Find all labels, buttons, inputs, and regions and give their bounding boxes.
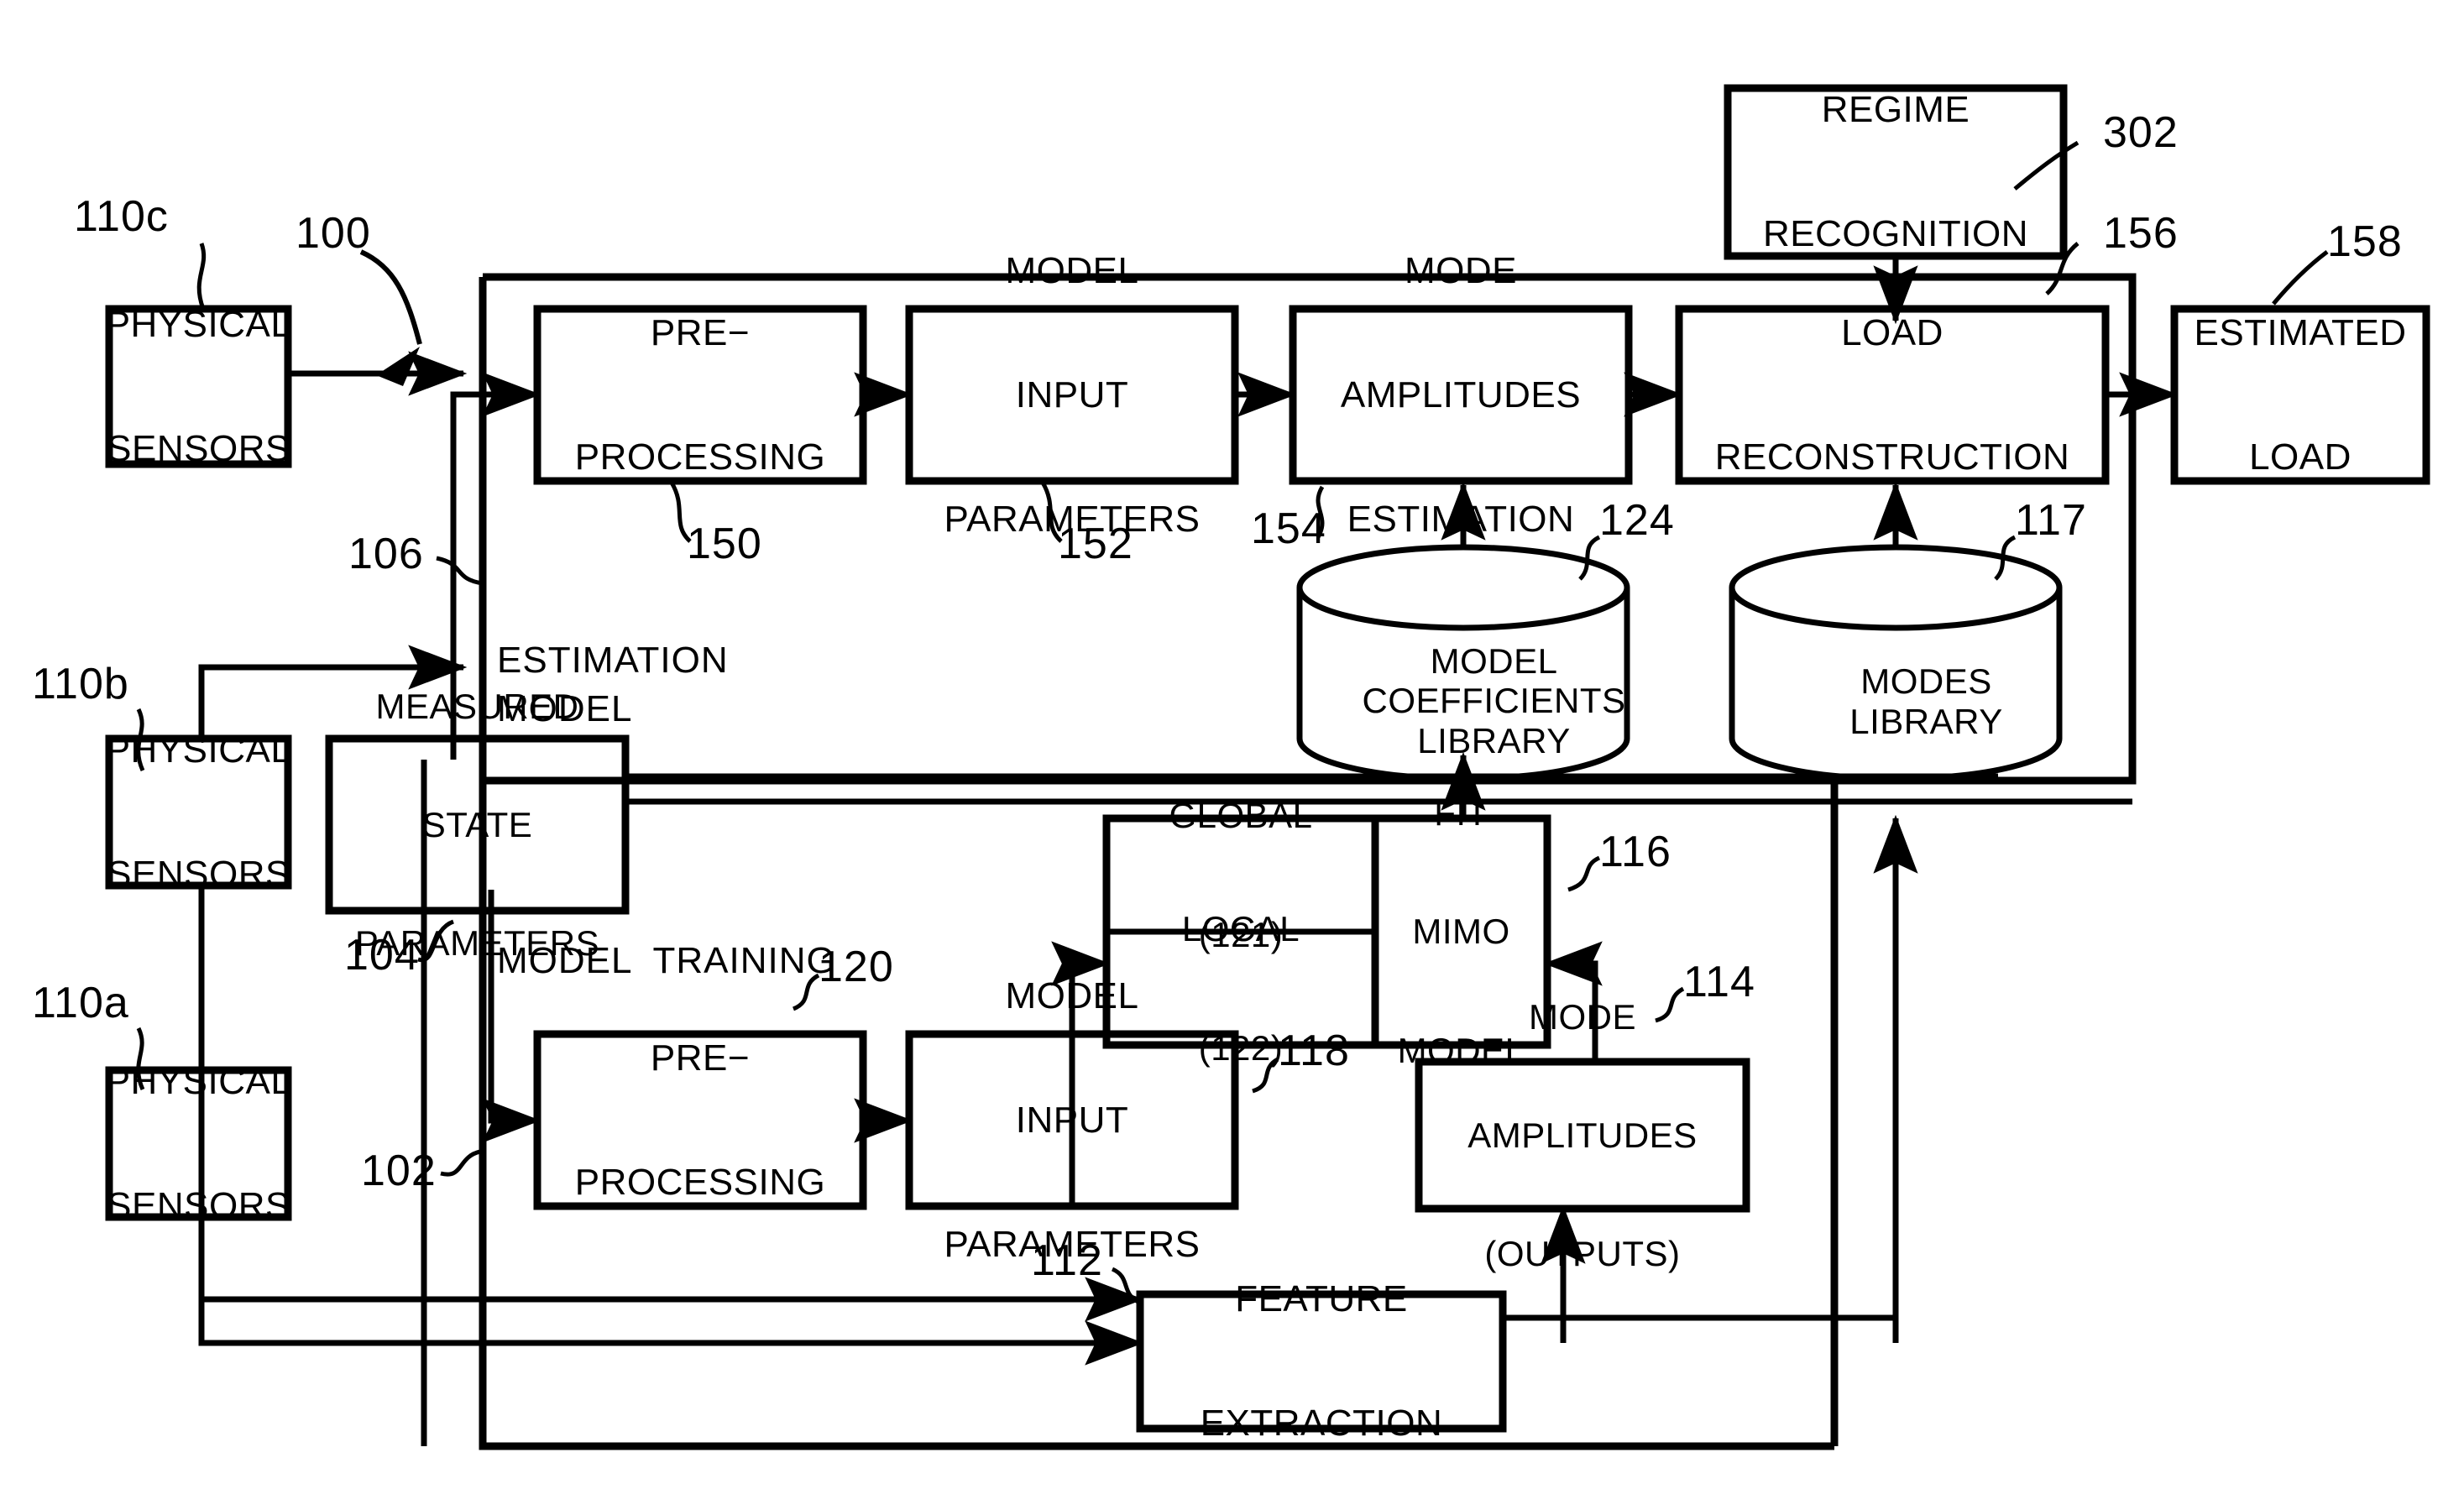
block-modes-library-line2: LIBRARY (1849, 701, 2003, 741)
block-estimated-load-line1: ESTIMATED (2194, 311, 2407, 353)
block-mode-amplitudes-outputs: MODE AMPLITUDES (OUTPUTS) (1419, 997, 1746, 1273)
block-model-input-parameters-training-line1: MODEL (1005, 975, 1139, 1017)
block-physical-sensors-c-line2: SENSORS (107, 427, 290, 469)
block-modes-library-line1: MODES (1860, 661, 1992, 702)
block-mode-amplitudes-estimation-line3: ESTIMATION (1347, 498, 1575, 540)
block-load-reconstruction-line2: RECONSTRUCTION (1714, 436, 2070, 478)
ref-152: 152 (1058, 520, 1133, 568)
block-modes-library: MODES LIBRARY (1732, 628, 2059, 775)
block-feature-extraction-line1: FEATURE (1235, 1278, 1408, 1320)
ref-117: 117 (2015, 496, 2087, 545)
block-feature-extraction-line2: EXTRACTION (1200, 1403, 1443, 1445)
block-model-input-parameters-estimation-line1: MODEL (1005, 250, 1139, 292)
block-mode-amplitudes-outputs-line2: AMPLITUDES (1467, 1115, 1698, 1155)
block-physical-sensors-a-line2: SENSORS (107, 1184, 290, 1226)
section-label-estimation-model-line2: MODEL (497, 688, 633, 729)
block-load-reconstruction: LOAD RECONSTRUCTION (1679, 309, 2106, 481)
ref-120: 120 (819, 943, 894, 991)
block-pre-processing-estimation-line2: PROCESSING (574, 436, 826, 478)
ref-110a: 110a (32, 979, 129, 1027)
block-model-input-parameters-training-line2: INPUT (1015, 1099, 1129, 1141)
block-fit-mimo-model-line1: FIT (1434, 793, 1488, 833)
ref-154: 154 (1251, 504, 1326, 553)
block-physical-sensors-c: PHYSICAL SENSORS (106, 304, 291, 469)
block-regime-recognition-line1: REGIME (1821, 89, 1970, 131)
ref-110b: 110b (32, 660, 129, 708)
block-model-coefficients-library-line1: MODEL (1430, 641, 1558, 682)
block-measured-state-parameters-line2: STATE (421, 804, 533, 844)
ref-118: 118 (1278, 1027, 1350, 1075)
ref-124: 124 (1599, 496, 1675, 545)
block-mode-amplitudes-outputs-line3: (OUTPUTS) (1484, 1234, 1681, 1274)
ref-156: 156 (2103, 209, 2179, 258)
ref-112: 112 (1031, 1236, 1103, 1285)
ref-158: 158 (2327, 217, 2403, 266)
ref-104: 104 (344, 931, 420, 980)
block-physical-sensors-a: PHYSICAL SENSORS (106, 1061, 291, 1226)
block-pre-processing-training-line2: PROCESSING (574, 1161, 826, 1203)
ref-102: 102 (361, 1147, 437, 1195)
ref-114: 114 (1683, 958, 1755, 1006)
ref-302: 302 (2103, 108, 2179, 157)
block-pre-processing-estimation-line1: PRE− (650, 311, 751, 353)
block-pre-processing-training: PRE− PROCESSING (537, 1034, 863, 1206)
block-pre-processing-estimation: PRE− PROCESSING (537, 309, 863, 481)
block-model-input-parameters-estimation-line2: INPUT (1015, 374, 1129, 415)
block-measured-state-parameters: MEASURED STATE PARAMETERS (329, 687, 625, 963)
patent-figure: PHYSICAL SENSORS 110c PHYSICAL SENSORS 1… (0, 0, 2464, 1489)
block-model-input-parameters-estimation: MODEL INPUT PARAMETERS (909, 250, 1235, 540)
block-physical-sensors-b: PHYSICAL SENSORS (106, 729, 291, 895)
block-physical-sensors-b-line2: SENSORS (107, 853, 290, 895)
block-feature-extraction: FEATURE EXTRACTION (1140, 1278, 1503, 1444)
block-physical-sensors-b-line1: PHYSICAL (105, 729, 292, 771)
block-physical-sensors-a-line1: PHYSICAL (105, 1060, 292, 1102)
block-mode-amplitudes-estimation-line2: AMPLITUDES (1340, 374, 1582, 415)
ref-110c: 110c (74, 192, 169, 241)
ref-100-system: 100 (296, 209, 371, 258)
block-load-reconstruction-line1: LOAD (1841, 311, 1943, 353)
block-estimated-load-line2: LOAD (2249, 436, 2352, 478)
block-mode-amplitudes-estimation: MODE AMPLITUDES ESTIMATION (1293, 250, 1629, 540)
ref-116: 116 (1599, 828, 1671, 876)
ref-150: 150 (687, 520, 762, 568)
section-label-estimation-model-line1: ESTIMATION (497, 640, 729, 681)
block-estimated-load: ESTIMATED LOAD (2174, 309, 2426, 481)
block-model-input-parameters-training: MODEL INPUT PARAMETERS (909, 975, 1235, 1265)
block-physical-sensors-c-line1: PHYSICAL (105, 303, 292, 345)
block-mode-amplitudes-outputs-line1: MODE (1528, 996, 1636, 1037)
block-pre-processing-training-line1: PRE− (650, 1037, 751, 1079)
block-mode-amplitudes-estimation-line1: MODE (1404, 250, 1517, 292)
ref-106: 106 (348, 530, 424, 578)
